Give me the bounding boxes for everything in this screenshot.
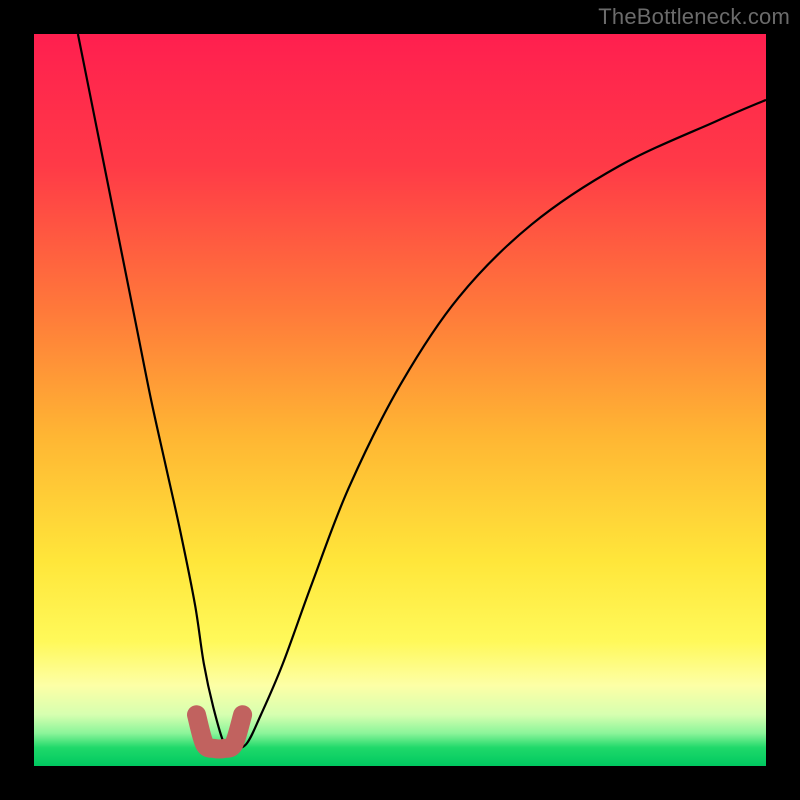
watermark-label: TheBottleneck.com xyxy=(598,4,790,30)
gradient-background xyxy=(34,34,766,766)
chart-frame: TheBottleneck.com xyxy=(0,0,800,800)
chart-svg xyxy=(34,34,766,766)
plot-area xyxy=(34,34,766,766)
